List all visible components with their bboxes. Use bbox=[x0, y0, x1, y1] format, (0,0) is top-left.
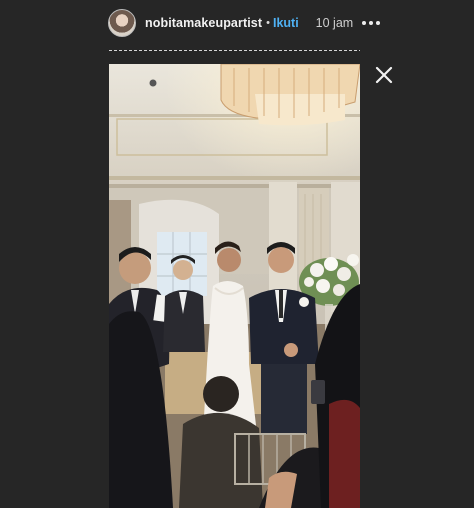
more-options-icon[interactable] bbox=[362, 21, 381, 25]
story-progress-bar bbox=[109, 50, 360, 51]
follow-button[interactable]: Ikuti bbox=[273, 16, 299, 30]
username[interactable]: nobitamakeupartist bbox=[145, 16, 262, 30]
timestamp: 10 jam bbox=[315, 16, 354, 30]
avatar[interactable] bbox=[108, 9, 136, 37]
story-media-photo[interactable] bbox=[109, 64, 360, 508]
separator-dot: • bbox=[266, 17, 270, 29]
close-icon[interactable] bbox=[371, 62, 397, 88]
story-header: nobitamakeupartist • Ikuti 10 jam bbox=[108, 8, 381, 38]
